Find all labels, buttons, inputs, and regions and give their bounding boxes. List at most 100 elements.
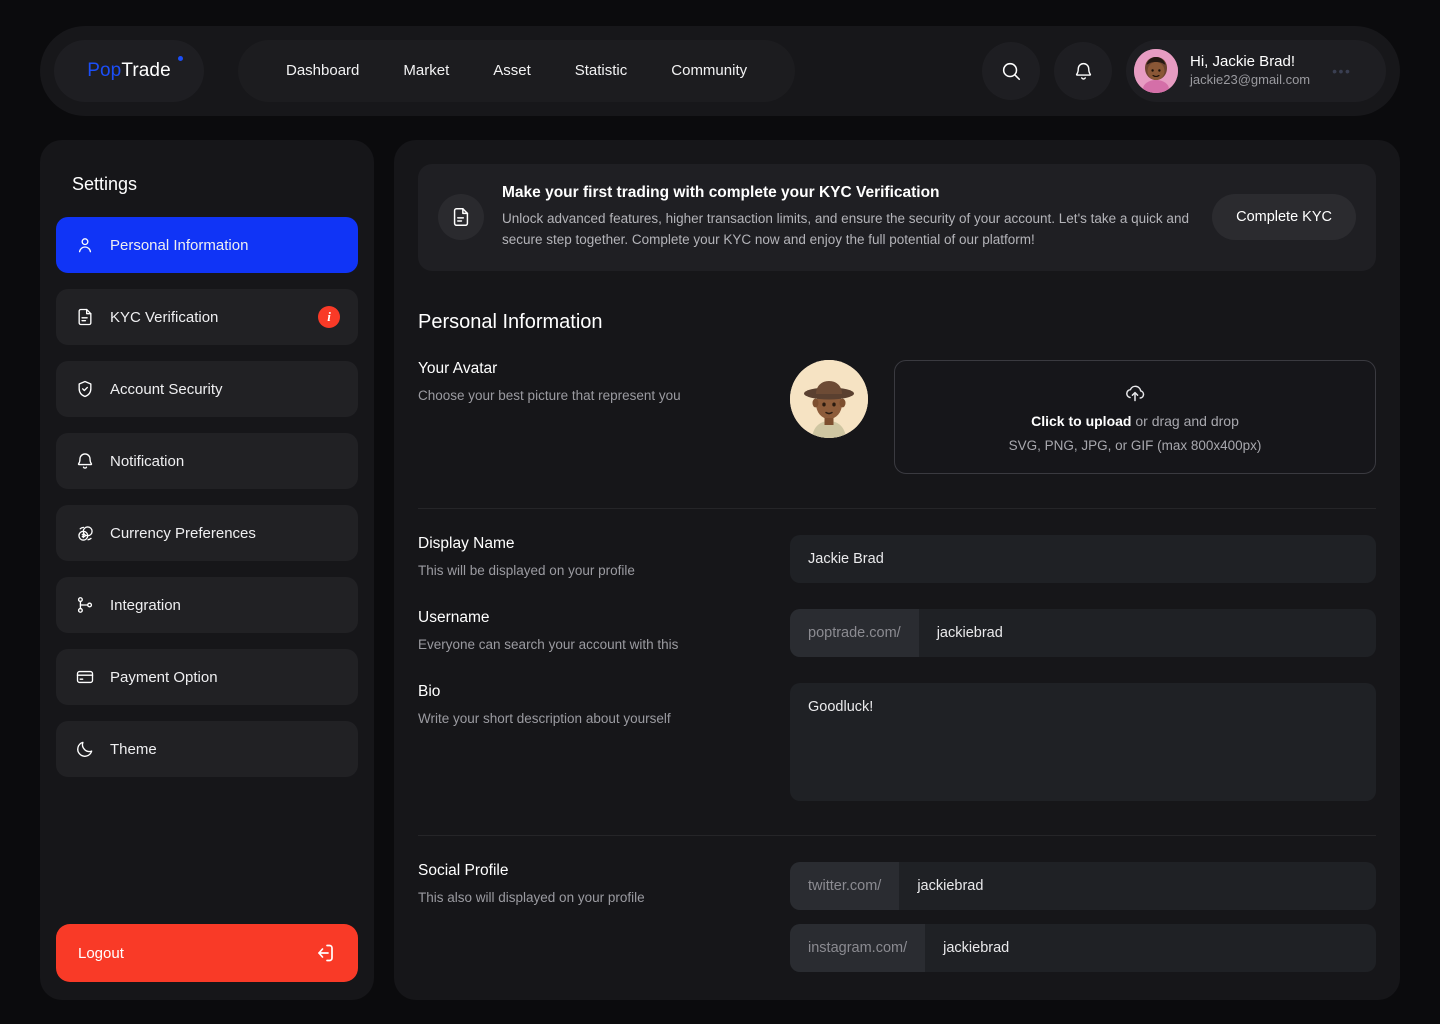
kyc-banner-text: Make your first trading with complete yo…: [502, 184, 1194, 251]
twitter-input-group: twitter.com/ jackiebrad: [790, 861, 1376, 910]
sidebar-item-label: Notification: [110, 452, 185, 470]
logout-label: Logout: [78, 944, 124, 962]
currency-exchange-icon: [74, 522, 96, 544]
moon-icon: [74, 738, 96, 760]
display-name-row: Display Name This will be displayed on y…: [418, 509, 1376, 583]
nav-item-market[interactable]: Market: [381, 40, 471, 102]
sidebar-item-label: Account Security: [110, 380, 223, 398]
shield-check-icon: [74, 378, 96, 400]
twitter-input[interactable]: jackiebrad: [899, 862, 1376, 910]
sidebar-item-label: Currency Preferences: [110, 524, 256, 542]
header-actions: Hi, Jackie Brad! jackie23@gmail.com •••: [982, 40, 1386, 102]
settings-content: Make your first trading with complete yo…: [394, 140, 1400, 1000]
sidebar-item-payment-option[interactable]: Payment Option: [56, 649, 358, 705]
notification-button[interactable]: [1054, 42, 1112, 100]
nav-item-asset[interactable]: Asset: [471, 40, 553, 102]
social-profile-row-label: Social Profile This also will displayed …: [418, 862, 790, 908]
bell-icon: [74, 450, 96, 472]
brand-name-first: Pop: [87, 60, 122, 81]
nav-item-community[interactable]: Community: [649, 40, 769, 102]
avatar-row: Your Avatar Choose your best picture tha…: [418, 334, 1376, 474]
sidebar-item-label: KYC Verification: [110, 308, 219, 326]
upload-click-label: Click to upload: [1031, 413, 1132, 430]
bio-label: Bio: [418, 682, 441, 700]
complete-kyc-button[interactable]: Complete KYC: [1212, 194, 1356, 241]
sidebar-item-account-security[interactable]: Account Security: [56, 361, 358, 417]
nav-item-dashboard[interactable]: Dashboard: [264, 40, 381, 102]
logout-icon: [312, 941, 336, 965]
cloud-upload-icon: [1123, 380, 1147, 404]
sidebar-item-kyc-verification[interactable]: KYC Verification i: [56, 289, 358, 345]
avatar-row-label: Your Avatar Choose your best picture tha…: [418, 360, 790, 406]
social-profile-sublabel: This also will displayed on your profile: [418, 889, 645, 905]
sidebar-item-theme[interactable]: Theme: [56, 721, 358, 777]
display-name-sublabel: This will be displayed on your profile: [418, 562, 635, 578]
app-header: PopTrade Dashboard Market Asset Statisti…: [40, 26, 1400, 116]
instagram-input[interactable]: jackiebrad: [925, 924, 1376, 972]
search-button[interactable]: [982, 42, 1040, 100]
sidebar-item-label: Theme: [110, 740, 157, 758]
instagram-prefix: instagram.com/: [790, 923, 926, 972]
social-inputs-stack: twitter.com/ jackiebrad instagram.com/ j…: [790, 861, 1376, 972]
nav-item-statistic[interactable]: Statistic: [553, 40, 650, 102]
avatar-upload-dropzone[interactable]: Click to upload or drag and drop SVG, PN…: [894, 359, 1376, 474]
display-name-input[interactable]: Jackie Brad: [790, 534, 1376, 583]
bio-sublabel: Write your short description about yours…: [418, 710, 671, 726]
upload-drag-label: or drag and drop: [1131, 413, 1239, 430]
display-name-row-field: Jackie Brad: [790, 534, 1376, 583]
brand-logo-text: PopTrade: [87, 60, 171, 82]
twitter-prefix: twitter.com/: [790, 861, 900, 910]
user-email: jackie23@gmail.com: [1190, 71, 1311, 87]
sidebar-item-label: Integration: [110, 596, 181, 614]
username-prefix: poptrade.com/: [790, 608, 919, 657]
username-label: Username: [418, 608, 490, 626]
avatar: [1134, 49, 1178, 93]
kyc-banner-icon-wrap: [438, 194, 484, 241]
upload-formats-text: SVG, PNG, JPG, or GIF (max 800x400px): [1008, 438, 1262, 454]
username-input[interactable]: jackiebrad: [919, 609, 1376, 657]
social-profile-row-field: twitter.com/ jackiebrad instagram.com/ j…: [790, 861, 1376, 972]
main-navigation: Dashboard Market Asset Statistic Communi…: [238, 40, 796, 102]
upload-primary-text: Click to upload or drag and drop: [1031, 413, 1239, 429]
sidebar-item-currency-preferences[interactable]: Currency Preferences: [56, 505, 358, 561]
app-root: PopTrade Dashboard Market Asset Statisti…: [0, 0, 1440, 1024]
display-name-row-label: Display Name This will be displayed on y…: [418, 535, 790, 581]
credit-card-icon: [74, 666, 96, 688]
instagram-input-group: instagram.com/ jackiebrad: [790, 923, 1376, 972]
search-icon: [1000, 60, 1022, 82]
sidebar-item-label: Payment Option: [110, 668, 218, 686]
current-avatar[interactable]: [790, 359, 868, 438]
social-profile-row: Social Profile This also will displayed …: [418, 836, 1376, 972]
avatar-row-field: Click to upload or drag and drop SVG, PN…: [790, 359, 1376, 474]
bio-row: Bio Write your short description about y…: [418, 657, 1376, 801]
logout-button[interactable]: Logout: [56, 924, 358, 982]
document-icon: [450, 206, 472, 228]
document-icon: [74, 306, 96, 328]
user-menu[interactable]: Hi, Jackie Brad! jackie23@gmail.com •••: [1126, 40, 1386, 102]
status-badge: i: [318, 306, 340, 328]
kyc-banner: Make your first trading with complete yo…: [418, 164, 1376, 271]
username-row: Username Everyone can search your accoun…: [418, 583, 1376, 657]
brand-logo[interactable]: PopTrade: [54, 40, 204, 102]
username-row-field: poptrade.com/ jackiebrad: [790, 608, 1376, 657]
avatar-label: Your Avatar: [418, 359, 498, 377]
bio-textarea[interactable]: Goodluck!: [790, 682, 1376, 801]
bio-row-field: Goodluck!: [790, 682, 1376, 801]
username-sublabel: Everyone can search your account with th…: [418, 636, 679, 652]
sidebar-item-label: Personal Information: [110, 236, 249, 254]
page-title: Personal Information: [418, 310, 603, 333]
user-meta: Hi, Jackie Brad! jackie23@gmail.com: [1190, 53, 1310, 89]
integration-icon: [74, 594, 96, 616]
sidebar-item-notification[interactable]: Notification: [56, 433, 358, 489]
sidebar-title: Settings: [72, 174, 138, 194]
kyc-banner-title: Make your first trading with complete yo…: [502, 184, 940, 201]
sidebar-item-personal-information[interactable]: Personal Information: [56, 217, 358, 273]
sidebar-item-integration[interactable]: Integration: [56, 577, 358, 633]
username-row-label: Username Everyone can search your accoun…: [418, 609, 790, 655]
social-profile-label: Social Profile: [418, 861, 509, 879]
user-greeting: Hi, Jackie Brad!: [1190, 53, 1296, 71]
bio-row-label: Bio Write your short description about y…: [418, 683, 790, 729]
display-name-label: Display Name: [418, 534, 515, 552]
settings-sidebar: Settings Personal Information KYC Verifi…: [40, 140, 374, 1000]
user-more-icon[interactable]: •••: [1332, 63, 1351, 79]
